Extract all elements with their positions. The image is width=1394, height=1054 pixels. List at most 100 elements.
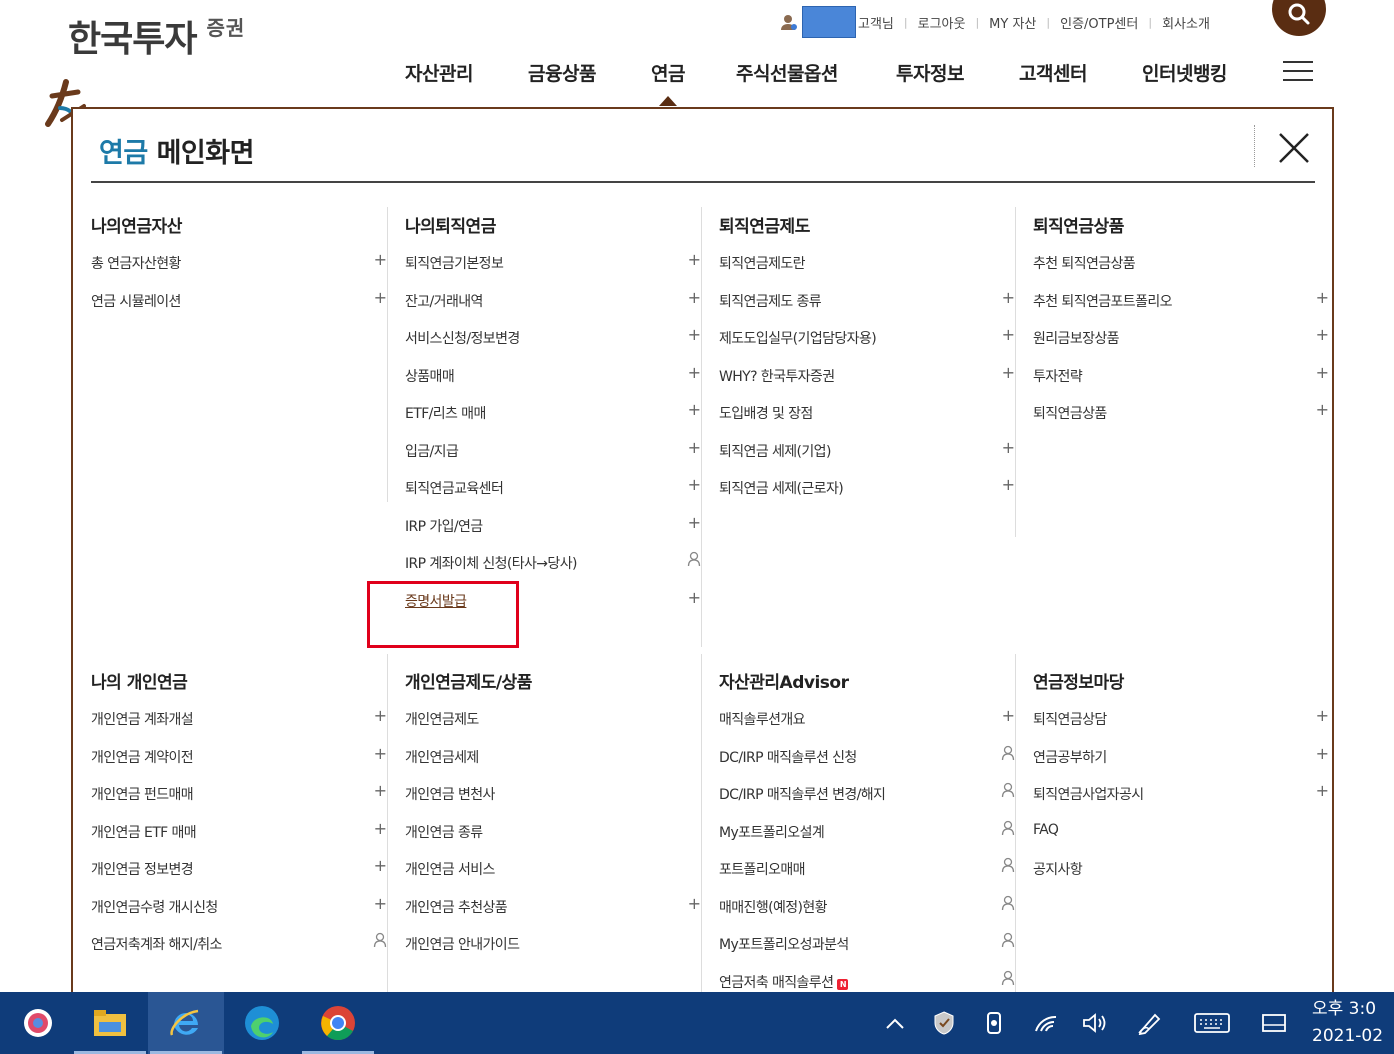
menu-item[interactable]: 퇴직연금사업자공시 + bbox=[1033, 782, 1329, 820]
hamburger-menu-icon[interactable] bbox=[1283, 61, 1313, 83]
menu-item[interactable]: 개인연금 정보변경 + bbox=[91, 857, 387, 895]
gnb-item-internet-banking[interactable]: 인터넷뱅킹 bbox=[1142, 59, 1227, 86]
menu-item[interactable]: WHY? 한국투자증권 + bbox=[719, 363, 1015, 402]
menu-item[interactable]: 개인연금수령 개시신청 + bbox=[91, 894, 387, 933]
plus-icon[interactable]: + bbox=[687, 894, 701, 913]
plus-icon[interactable]: + bbox=[687, 476, 701, 494]
close-button[interactable] bbox=[1277, 131, 1311, 165]
menu-item[interactable]: 퇴직연금 세제(근로자) + bbox=[719, 476, 1015, 514]
gnb-item-customer-center[interactable]: 고객센터 bbox=[1019, 59, 1087, 86]
plus-icon[interactable]: + bbox=[373, 857, 387, 875]
my-assets-link[interactable]: MY 자산 bbox=[989, 13, 1036, 32]
plus-icon[interactable]: + bbox=[1315, 363, 1329, 382]
plus-icon[interactable]: + bbox=[1315, 326, 1329, 344]
menu-item[interactable]: 도입배경 및 장점 bbox=[719, 401, 1015, 439]
plus-icon[interactable]: + bbox=[373, 894, 387, 913]
otp-center-link[interactable]: 인증/OTP센터 bbox=[1060, 13, 1138, 32]
plus-icon[interactable]: + bbox=[373, 744, 387, 763]
menu-item[interactable]: 제도도입실무(기업담당자용) + bbox=[719, 326, 1015, 364]
gnb-item-financial-products[interactable]: 금융상품 bbox=[528, 59, 596, 86]
menu-item[interactable]: 퇴직연금기본정보 + bbox=[405, 251, 701, 289]
tray-volume[interactable] bbox=[1072, 992, 1116, 1054]
plus-icon[interactable]: + bbox=[1315, 744, 1329, 763]
taskbar-clock[interactable]: 오후 3:0 2021-02 bbox=[1312, 996, 1394, 1050]
company-link[interactable]: 회사소개 bbox=[1162, 13, 1210, 32]
menu-item[interactable]: 개인연금 계약이전 + bbox=[91, 744, 387, 783]
menu-item[interactable]: My포트폴리오설계 bbox=[719, 820, 1015, 858]
menu-item[interactable]: FAQ bbox=[1033, 820, 1329, 858]
tray-security[interactable] bbox=[922, 992, 966, 1054]
menu-item[interactable]: 개인연금 ETF 매매 + bbox=[91, 819, 387, 858]
taskbar-app-camera[interactable] bbox=[0, 992, 76, 1054]
menu-item[interactable]: 서비스신청/정보변경 + bbox=[405, 326, 701, 364]
plus-icon[interactable]: + bbox=[373, 288, 387, 307]
menu-item[interactable]: 개인연금세제 bbox=[405, 745, 701, 783]
menu-item[interactable]: 연금공부하기 + bbox=[1033, 744, 1329, 783]
plus-icon[interactable]: + bbox=[1001, 363, 1015, 382]
menu-item[interactable]: 총 연금자산현황 + bbox=[91, 251, 387, 289]
tray-action-center[interactable] bbox=[1252, 992, 1296, 1054]
menu-item[interactable]: IRP 가입/연금 + bbox=[405, 513, 701, 552]
gnb-item-stocks-futures[interactable]: 주식선물옵션 bbox=[736, 59, 838, 86]
tray-pen[interactable] bbox=[1128, 992, 1172, 1054]
plus-icon[interactable]: + bbox=[373, 782, 387, 800]
menu-item[interactable]: 매매진행(예정)현황 bbox=[719, 895, 1015, 933]
plus-icon[interactable]: + bbox=[1315, 401, 1329, 419]
plus-icon[interactable]: + bbox=[687, 288, 701, 307]
tray-show-hidden[interactable] bbox=[873, 992, 917, 1054]
plus-icon[interactable]: + bbox=[1001, 707, 1015, 725]
search-button[interactable] bbox=[1272, 0, 1326, 36]
menu-item[interactable]: 퇴직연금상품 + bbox=[1033, 401, 1329, 439]
plus-icon[interactable]: + bbox=[687, 438, 701, 457]
taskbar-app-chrome[interactable] bbox=[300, 992, 376, 1054]
menu-item[interactable]: 포트폴리오매매 bbox=[719, 857, 1015, 895]
gnb-item-investment-info[interactable]: 투자정보 bbox=[896, 59, 964, 86]
plus-icon[interactable]: + bbox=[1315, 288, 1329, 307]
plus-icon[interactable]: + bbox=[1001, 326, 1015, 344]
menu-item[interactable]: 연금 시뮬레이션 + bbox=[91, 288, 387, 327]
menu-item[interactable]: DC/IRP 매직솔루션 신청 bbox=[719, 745, 1015, 783]
menu-item[interactable]: 퇴직연금제도란 bbox=[719, 251, 1015, 289]
plus-icon[interactable]: + bbox=[1001, 288, 1015, 307]
menu-item[interactable]: 원리금보장상품 + bbox=[1033, 326, 1329, 364]
tray-keyboard[interactable] bbox=[1190, 992, 1234, 1054]
taskbar-app-edge[interactable] bbox=[224, 992, 300, 1054]
plus-icon[interactable]: + bbox=[687, 326, 701, 344]
plus-icon[interactable]: + bbox=[1315, 707, 1329, 725]
menu-item[interactable]: DC/IRP 매직솔루션 변경/해지 bbox=[719, 782, 1015, 820]
menu-item[interactable]: 추천 퇴직연금상품 bbox=[1033, 251, 1329, 289]
menu-item[interactable]: 개인연금 안내가이드 bbox=[405, 932, 701, 970]
plus-icon[interactable]: + bbox=[373, 251, 387, 269]
plus-icon[interactable]: + bbox=[1315, 782, 1329, 800]
tray-wifi[interactable] bbox=[1024, 992, 1068, 1054]
gnb-item-asset-mgmt[interactable]: 자산관리 bbox=[405, 59, 473, 86]
plus-icon[interactable]: + bbox=[373, 707, 387, 725]
plus-icon[interactable]: + bbox=[687, 363, 701, 382]
menu-item[interactable]: 잔고/거래내역 + bbox=[405, 288, 701, 327]
menu-item[interactable]: 매직솔루션개요 + bbox=[719, 707, 1015, 745]
plus-icon[interactable]: + bbox=[373, 819, 387, 838]
menu-item[interactable]: 퇴직연금교육센터 + bbox=[405, 476, 701, 514]
menu-item[interactable]: ETF/리츠 매매 + bbox=[405, 401, 701, 439]
menu-item[interactable]: 입금/지급 + bbox=[405, 438, 701, 477]
gnb-item-pension[interactable]: 연금 bbox=[651, 59, 685, 86]
menu-item[interactable]: My포트폴리오성과분석 bbox=[719, 932, 1015, 970]
menu-item[interactable]: 퇴직연금 세제(기업) + bbox=[719, 438, 1015, 477]
menu-item[interactable]: 개인연금 종류 bbox=[405, 820, 701, 858]
tray-device[interactable] bbox=[972, 992, 1016, 1054]
menu-item[interactable]: 연금저축계좌 해지/취소 bbox=[91, 932, 387, 970]
menu-item[interactable]: 개인연금제도 bbox=[405, 707, 701, 745]
taskbar-app-internet-explorer[interactable] bbox=[148, 992, 224, 1054]
plus-icon[interactable]: + bbox=[687, 401, 701, 419]
menu-item[interactable]: 공지사항 bbox=[1033, 857, 1329, 895]
menu-item[interactable]: 개인연금 변천사 bbox=[405, 782, 701, 820]
brand-logo[interactable]: 한국투자 증권 bbox=[68, 10, 245, 62]
plus-icon[interactable]: + bbox=[687, 251, 701, 269]
menu-item[interactable]: 개인연금 서비스 bbox=[405, 857, 701, 895]
menu-item[interactable]: 개인연금 펀드매매 + bbox=[91, 782, 387, 820]
menu-item[interactable]: 상품매매 + bbox=[405, 363, 701, 402]
menu-item[interactable]: 개인연금 추천상품 + bbox=[405, 894, 701, 933]
menu-item[interactable]: 퇴직연금제도 종류 + bbox=[719, 288, 1015, 327]
plus-icon[interactable]: + bbox=[1001, 476, 1015, 494]
plus-icon[interactable]: + bbox=[687, 513, 701, 532]
